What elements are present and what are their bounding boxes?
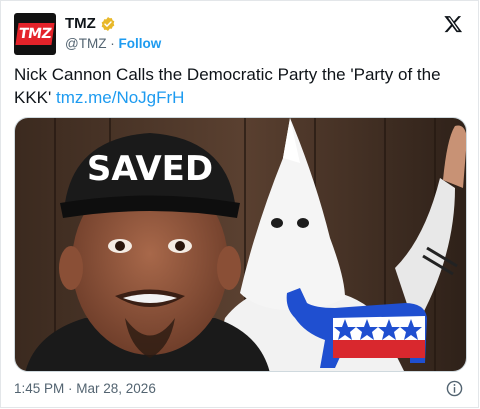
author-name[interactable]: TMZ: [65, 15, 96, 32]
verified-badge-icon: [101, 16, 115, 31]
x-logo-icon[interactable]: [443, 14, 464, 34]
tweet-timestamp[interactable]: 1:45 PM · Mar 28, 2026: [14, 381, 156, 396]
tweet-text: Nick Cannon Calls the Democratic Party t…: [14, 63, 464, 109]
handle-separator: ·: [110, 36, 115, 51]
follow-button[interactable]: Follow: [118, 36, 161, 51]
tmz-logo: TMZ: [15, 23, 55, 45]
avatar-logo-text: TMZ: [17, 26, 53, 42]
media-photo: SAVED: [15, 118, 466, 371]
author-handle[interactable]: @TMZ: [65, 36, 106, 51]
info-icon[interactable]: [446, 380, 463, 397]
hat-text: SAVED: [87, 149, 213, 189]
tweet-media[interactable]: SAVED: [14, 117, 467, 372]
author-name-row: TMZ: [65, 15, 116, 32]
author-handle-row: @TMZ · Follow: [65, 36, 161, 51]
avatar[interactable]: TMZ: [14, 13, 56, 55]
tweet-link[interactable]: tmz.me/NoJgFrH: [56, 88, 184, 107]
tweet-card: TMZ TMZ @TMZ · Follow Nick Cannon Calls …: [0, 0, 479, 408]
